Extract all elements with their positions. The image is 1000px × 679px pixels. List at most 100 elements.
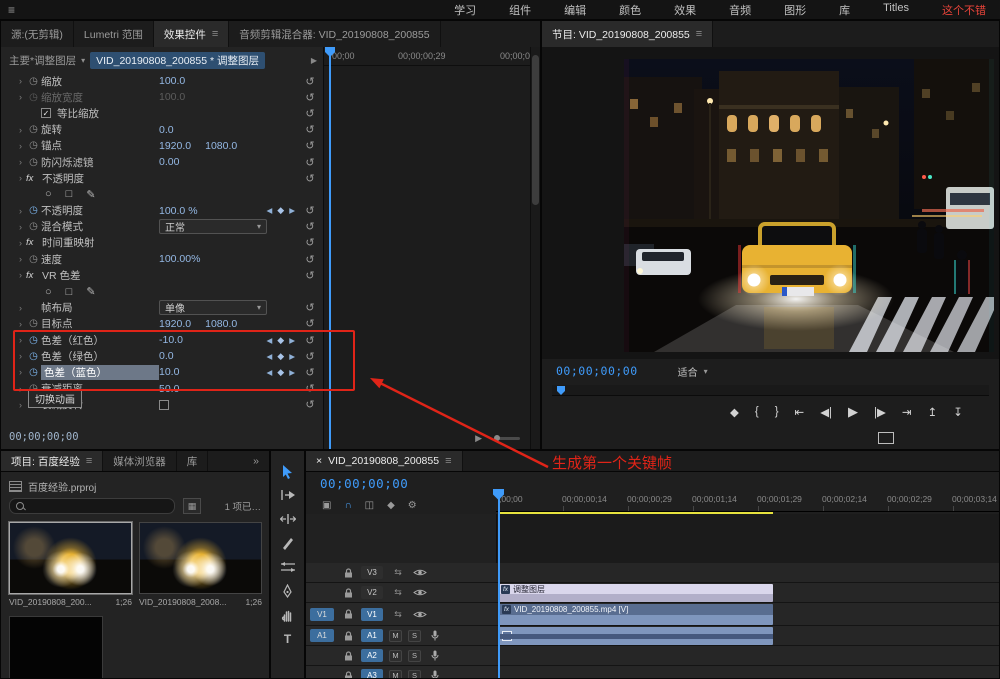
reset-icon[interactable]: ↺ (303, 220, 317, 233)
track-target-button[interactable]: A3 (361, 669, 383, 678)
zoom-level-select[interactable]: 适合 ▾ (678, 364, 708, 379)
add-keyframe-icon[interactable]: ◆ (277, 367, 284, 378)
workspace-tab-color[interactable]: 颜色 (619, 2, 641, 18)
param-value[interactable]: 50.0 (159, 383, 179, 395)
twirl-icon[interactable]: › (15, 76, 26, 86)
track-target-button[interactable]: A1 (361, 629, 383, 642)
search-input[interactable] (9, 498, 175, 514)
prev-keyframe-icon[interactable]: ◀ (267, 336, 273, 345)
twirl-icon[interactable]: › (15, 384, 26, 394)
project-file-row[interactable]: 百度经验.prproj (1, 472, 269, 495)
source-patch-slot[interactable] (310, 649, 334, 662)
comparison-view-icon[interactable] (878, 432, 894, 444)
param-value[interactable]: 100.0 (159, 75, 185, 87)
snap-magnet-icon[interactable]: ∩ (344, 500, 351, 511)
sync-lock-icon[interactable]: ⇆ (390, 567, 406, 578)
panel-menu-icon[interactable]: ≡ (696, 28, 702, 40)
twirl-icon[interactable]: › (15, 173, 26, 183)
close-panel-icon[interactable]: × (316, 455, 322, 467)
workspace-tab-learn[interactable]: 学习 (454, 2, 476, 18)
effect-controls-timecode[interactable]: 00;00;00;00 (9, 431, 79, 443)
app-menu-icon[interactable]: ≡ (8, 3, 15, 17)
mute-button[interactable]: M (389, 650, 402, 662)
track-target-button[interactable]: A2 (361, 649, 383, 662)
param-value-x[interactable]: 1920.0 (159, 140, 191, 152)
reset-icon[interactable]: ↺ (303, 204, 317, 217)
master-clip-label[interactable]: 主要*调整图层 (9, 53, 76, 68)
rect-mask-icon[interactable]: □ (66, 286, 73, 298)
param-value-y[interactable]: 1080.0 (205, 140, 237, 152)
param-value[interactable]: 100.0 % (159, 205, 198, 217)
pen-mask-icon[interactable]: ✎ (86, 188, 95, 201)
sequence-thumbnail[interactable] (9, 616, 103, 679)
workspace-tab-assembly[interactable]: 组件 (509, 2, 531, 18)
track-lock-icon[interactable] (340, 671, 356, 679)
twirl-icon[interactable]: › (15, 319, 26, 329)
playhead-line[interactable] (498, 489, 500, 678)
chevron-down-icon[interactable]: ▾ (81, 56, 85, 65)
track-target-button[interactable]: V3 (361, 566, 383, 579)
extract-icon[interactable]: ↧ (953, 405, 963, 419)
reset-icon[interactable]: ↺ (303, 382, 317, 395)
solo-button[interactable]: S (408, 650, 421, 662)
program-seekbar[interactable] (552, 385, 989, 396)
sync-lock-icon[interactable]: ⇆ (390, 587, 406, 598)
source-patch-v1[interactable]: V1 (310, 608, 334, 621)
tab-project[interactable]: 项目: 百度经验 ≡ (1, 451, 103, 471)
twirl-icon[interactable]: › (15, 270, 26, 280)
track-output-eye-icon[interactable] (411, 610, 429, 619)
workspace-tab-effects[interactable]: 效果 (674, 2, 696, 18)
playhead-caret[interactable] (557, 386, 565, 395)
workspace-tab-titles[interactable]: Titles (883, 2, 909, 18)
param-value[interactable]: 0.0 (159, 124, 174, 136)
track-lane[interactable] (496, 646, 999, 666)
twirl-icon[interactable]: › (15, 141, 26, 151)
source-patch-slot[interactable] (310, 669, 334, 678)
stopwatch-icon[interactable]: ◷ (26, 221, 41, 232)
reset-icon[interactable]: ↺ (303, 139, 317, 152)
project-item[interactable]: VID_20190808_2008... 1;26 (139, 522, 262, 607)
tab-media-browser[interactable]: 媒体浏览器 (103, 451, 177, 471)
workspace-tab-libraries[interactable]: 库 (839, 2, 850, 18)
solo-button[interactable]: S (408, 670, 421, 679)
collapse-lane-icon[interactable]: ▶ (311, 56, 317, 65)
source-patch-slot[interactable] (310, 566, 334, 579)
workspace-tab-audio[interactable]: 音频 (729, 2, 751, 18)
track-lock-icon[interactable] (340, 588, 356, 598)
stopwatch-icon[interactable]: ◷ (26, 124, 41, 135)
param-value[interactable]: 0.0 (159, 350, 174, 362)
falloff-invert-checkbox[interactable] (159, 400, 169, 410)
twirl-icon[interactable]: › (15, 367, 26, 377)
pen-mask-icon[interactable]: ✎ (86, 285, 95, 298)
tab-lumetri-scopes[interactable]: Lumetri 范围 (74, 21, 154, 47)
add-keyframe-icon[interactable]: ◆ (277, 205, 284, 216)
track-lock-icon[interactable] (340, 568, 356, 578)
workspace-tab-edit[interactable]: 编辑 (564, 2, 586, 18)
prev-keyframe-icon[interactable]: ◀ (267, 352, 273, 361)
program-timecode[interactable]: 00;00;00;00 (556, 364, 638, 378)
param-value[interactable]: 100.00% (159, 253, 200, 265)
slip-tool[interactable] (276, 559, 300, 575)
panel-menu-icon[interactable]: ≡ (445, 455, 451, 467)
reset-icon[interactable]: ↺ (303, 269, 317, 282)
track-lane[interactable] (496, 666, 999, 678)
add-marker-icon[interactable]: ◆ (730, 405, 739, 419)
next-keyframe-icon[interactable]: ▶ (289, 352, 295, 361)
twirl-icon[interactable]: › (15, 351, 26, 361)
stopwatch-icon[interactable]: ◷ (26, 335, 41, 346)
play-button[interactable]: ▶ (848, 404, 858, 420)
param-value-x[interactable]: 1920.0 (159, 318, 191, 330)
track-lock-icon[interactable] (340, 651, 356, 661)
reset-icon[interactable]: ↺ (303, 334, 317, 347)
twirl-icon[interactable]: › (15, 157, 26, 167)
tab-effect-controls[interactable]: 效果控件 ≡ (154, 21, 229, 47)
track-select-forward-tool[interactable] (276, 487, 300, 503)
effect-name[interactable]: 不透明度 (42, 171, 84, 186)
keyframe-lane-ruler[interactable]: 00;00 00;00;00;29 00;00;01;29 (324, 47, 534, 66)
add-marker-icon[interactable]: ◆ (387, 500, 395, 511)
stopwatch-icon[interactable]: ◷ (26, 254, 41, 265)
add-keyframe-icon[interactable]: ◆ (277, 335, 284, 346)
add-keyframe-icon[interactable]: ◆ (277, 351, 284, 362)
mark-out-icon[interactable]: } (775, 406, 779, 418)
mute-button[interactable]: M (389, 630, 402, 642)
